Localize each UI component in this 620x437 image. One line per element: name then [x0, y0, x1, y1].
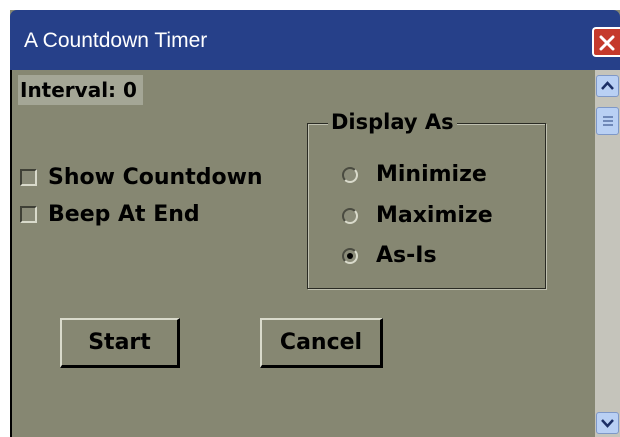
- checkbox-box[interactable]: [20, 206, 37, 223]
- cancel-button[interactable]: Cancel: [260, 318, 383, 368]
- checkbox-label: Beep At End: [48, 202, 200, 227]
- radio-button[interactable]: [342, 167, 358, 183]
- interval-label: Interval: 0: [20, 78, 137, 102]
- checkbox-box[interactable]: [20, 169, 37, 186]
- title-bar[interactable]: A Countdown Timer: [10, 10, 620, 70]
- chevron-down-icon: [601, 419, 614, 428]
- radio-maximize[interactable]: Maximize: [342, 203, 522, 231]
- radio-button[interactable]: [342, 208, 358, 224]
- dialog-body: Interval: 0 Show Countdown Beep At End D…: [10, 70, 595, 437]
- window-title: A Countdown Timer: [24, 29, 208, 52]
- thumb-grip: [603, 124, 613, 126]
- scroll-up-button[interactable]: [596, 75, 619, 97]
- radio-minimize[interactable]: Minimize: [342, 162, 512, 190]
- checkbox-label: Show Countdown: [48, 165, 263, 190]
- interval-display: Interval: 0: [18, 75, 143, 105]
- thumb-grip: [603, 120, 613, 122]
- close-button[interactable]: [592, 27, 620, 57]
- radio-as-is[interactable]: As-Is: [342, 243, 472, 271]
- display-as-legend: Display As: [328, 108, 457, 136]
- radio-button[interactable]: [342, 248, 358, 264]
- vertical-scrollbar[interactable]: [595, 70, 620, 437]
- radio-label: As-Is: [376, 243, 437, 268]
- scroll-thumb[interactable]: [596, 107, 619, 135]
- thumb-grip: [603, 116, 613, 118]
- start-button[interactable]: Start: [60, 318, 180, 368]
- show-countdown-checkbox[interactable]: Show Countdown: [20, 165, 290, 193]
- chevron-up-icon: [601, 81, 614, 90]
- scroll-down-button[interactable]: [596, 412, 619, 434]
- radio-selected-dot: [347, 253, 353, 259]
- close-icon: [599, 35, 615, 51]
- radio-label: Minimize: [376, 162, 487, 187]
- beep-at-end-checkbox[interactable]: Beep At End: [20, 202, 240, 230]
- radio-label: Maximize: [376, 203, 493, 228]
- countdown-timer-window: A Countdown Timer Interval: 0 Show Count…: [10, 10, 620, 437]
